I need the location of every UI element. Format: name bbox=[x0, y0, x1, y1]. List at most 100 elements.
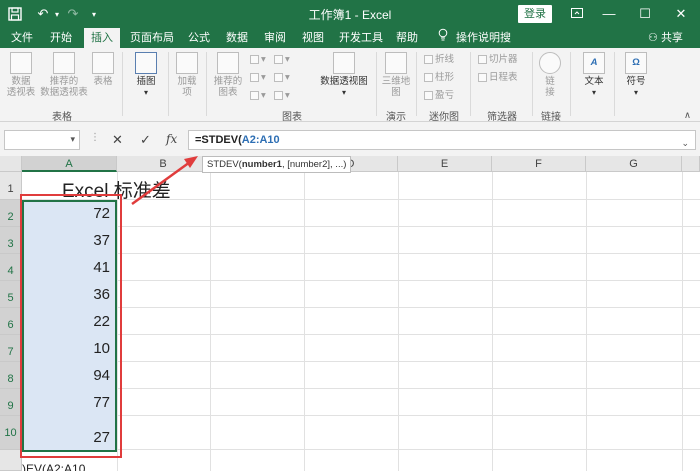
column-chart-icon[interactable]: ▾ bbox=[250, 54, 266, 66]
omega-icon: Ω bbox=[625, 52, 647, 74]
group-sparklines-label: 迷你图 bbox=[429, 112, 459, 123]
group-separator bbox=[206, 52, 207, 116]
text-button[interactable]: A 文本 ▾ bbox=[578, 52, 610, 98]
symbol-button[interactable]: Ω 符号 ▾ bbox=[620, 52, 652, 98]
slicer-label: 切片器 bbox=[489, 54, 518, 65]
recommended-pivot-icon bbox=[53, 52, 75, 74]
login-button[interactable]: 登录 bbox=[518, 5, 552, 23]
sparkline-winloss-label: 盈亏 bbox=[435, 90, 455, 101]
sparkline-line-button[interactable]: 折线 bbox=[424, 54, 454, 66]
timeline-icon bbox=[478, 72, 487, 82]
collapse-ribbon-icon[interactable]: ∧ bbox=[684, 110, 691, 122]
close-icon[interactable]: ✕ bbox=[668, 4, 694, 24]
timeline-label: 日程表 bbox=[489, 72, 518, 83]
document-title: 工作簿1 - Excel bbox=[308, 8, 392, 22]
pivot-table-label: 数据 透视表 bbox=[6, 76, 36, 98]
link-globe-icon bbox=[539, 52, 561, 74]
pivot-table-button[interactable]: 数据 透视表 bbox=[4, 52, 38, 98]
worksheet-grid[interactable]: A B C D E F G 1 2 3 4 5 6 7 8 9 10 Excel… bbox=[0, 156, 700, 471]
addins-button[interactable]: 加载 项 bbox=[172, 52, 202, 98]
expand-formula-icon[interactable]: ⌄ bbox=[681, 134, 689, 152]
sparkline-winloss-button[interactable]: 盈亏 bbox=[424, 90, 454, 102]
minimize-icon[interactable]: — bbox=[596, 4, 622, 24]
share-label: 共享 bbox=[660, 32, 683, 44]
enter-icon[interactable]: ✓ bbox=[140, 132, 151, 148]
line-chart-icon[interactable]: ▾ bbox=[250, 72, 266, 84]
addins-icon bbox=[176, 52, 198, 74]
sparkline-line-label: 折线 bbox=[435, 54, 455, 65]
text-label: 文本 bbox=[584, 76, 604, 87]
text-box-icon: A bbox=[583, 52, 605, 74]
annotation-arrow bbox=[131, 156, 198, 206]
group-tours-label: 演示 bbox=[386, 112, 406, 123]
tab-file[interactable]: 文件 bbox=[6, 28, 38, 48]
tab-review[interactable]: 审阅 bbox=[260, 28, 290, 48]
pivot-chart-icon bbox=[333, 52, 355, 74]
ribbon-insert: 数据 透视表 推荐的 数据透视表 表格 表格 插图 ▾ 加载 项 推荐的 图表 … bbox=[0, 48, 700, 123]
tab-insert[interactable]: 插入 bbox=[84, 28, 120, 48]
tab-page-layout[interactable]: 页面布局 bbox=[126, 28, 178, 48]
ribbon-display-icon[interactable] bbox=[564, 4, 590, 24]
group-separator bbox=[122, 52, 123, 116]
person-icon: ⚇ bbox=[648, 32, 658, 44]
share-button[interactable]: ⚇ 共享 bbox=[648, 28, 683, 48]
group-separator bbox=[168, 52, 169, 116]
recommended-pivot-button[interactable]: 推荐的 数据透视表 bbox=[40, 52, 88, 98]
pivot-table-icon bbox=[10, 52, 32, 74]
pie-chart-icon[interactable]: ▾ bbox=[250, 90, 266, 102]
illustrations-label: 插图 bbox=[136, 76, 156, 87]
globe-icon bbox=[385, 52, 407, 74]
symbol-label: 符号 bbox=[626, 76, 646, 87]
sparkline-winloss-icon bbox=[424, 90, 433, 100]
pivot-chart-button[interactable]: 数据透视图 ▾ bbox=[316, 52, 372, 98]
slicer-button[interactable]: 切片器 bbox=[478, 54, 518, 66]
group-separator bbox=[532, 52, 533, 116]
sparkline-column-button[interactable]: 柱形 bbox=[424, 72, 454, 84]
tab-help[interactable]: 帮助 bbox=[392, 28, 422, 48]
pivot-chart-label: 数据透视图 bbox=[320, 76, 368, 87]
recommended-charts-button[interactable]: 推荐的 图表 bbox=[210, 52, 246, 98]
lightbulb-icon[interactable] bbox=[436, 28, 450, 48]
formula-bar-grip-icon: ⋮ bbox=[90, 132, 100, 143]
cancel-icon[interactable]: ✕ bbox=[112, 132, 123, 148]
tab-home[interactable]: 开始 bbox=[44, 28, 78, 48]
insert-function-icon[interactable]: fx bbox=[166, 132, 177, 146]
recommended-pivot-label: 推荐的 数据透视表 bbox=[40, 76, 88, 98]
timeline-button[interactable]: 日程表 bbox=[478, 72, 518, 84]
ribbon-tabs: 文件 开始 插入 页面布局 公式 数据 审阅 视图 开发工具 帮助 操作说明搜索… bbox=[0, 28, 700, 64]
table-icon bbox=[92, 52, 114, 74]
group-separator bbox=[614, 52, 615, 116]
tab-formulas[interactable]: 公式 bbox=[184, 28, 214, 48]
hierarchy-chart-icon[interactable]: ▾ bbox=[274, 54, 290, 66]
name-box[interactable]: ▾ bbox=[4, 130, 80, 150]
formula-reference: A2:A10 bbox=[241, 134, 280, 146]
statistic-chart-icon[interactable]: ▾ bbox=[274, 72, 290, 84]
group-tables-label: 表格 bbox=[52, 112, 72, 123]
link-button[interactable]: 链 接 bbox=[536, 52, 564, 98]
group-separator bbox=[570, 52, 571, 116]
tab-developer[interactable]: 开发工具 bbox=[336, 28, 386, 48]
maximize-icon[interactable]: ☐ bbox=[632, 4, 658, 24]
formula-input[interactable]: =STDEV(A2:A10 ⌄ bbox=[188, 130, 696, 150]
scatter-chart-icon[interactable]: ▾ bbox=[274, 90, 290, 102]
group-filters-label: 筛选器 bbox=[487, 112, 517, 123]
tell-me-search[interactable]: 操作说明搜索 bbox=[456, 28, 520, 64]
group-separator bbox=[470, 52, 471, 116]
recommended-charts-label: 推荐的 图表 bbox=[213, 76, 243, 98]
group-separator bbox=[376, 52, 377, 116]
name-box-dropdown-icon[interactable]: ▾ bbox=[70, 134, 75, 145]
tab-data[interactable]: 数据 bbox=[222, 28, 252, 48]
addins-label: 加载 项 bbox=[177, 76, 197, 98]
sparkline-column-label: 柱形 bbox=[435, 72, 455, 83]
link-label: 链 接 bbox=[545, 76, 555, 98]
group-links-label: 链接 bbox=[541, 112, 561, 123]
illustrations-button[interactable]: 插图 ▾ bbox=[128, 52, 164, 98]
table-button[interactable]: 表格 bbox=[90, 52, 116, 87]
tab-view[interactable]: 视图 bbox=[298, 28, 328, 48]
3d-map-label: 三维地 图 bbox=[381, 76, 411, 98]
shapes-icon bbox=[135, 52, 157, 74]
title-bar: ↶ ▾ ↷ ▾ 工作簿1 - Excel 登录 — ☐ ✕ bbox=[0, 0, 700, 28]
group-separator bbox=[416, 52, 417, 116]
recommended-charts-icon bbox=[217, 52, 239, 74]
3d-map-button[interactable]: 三维地 图 bbox=[380, 52, 412, 98]
